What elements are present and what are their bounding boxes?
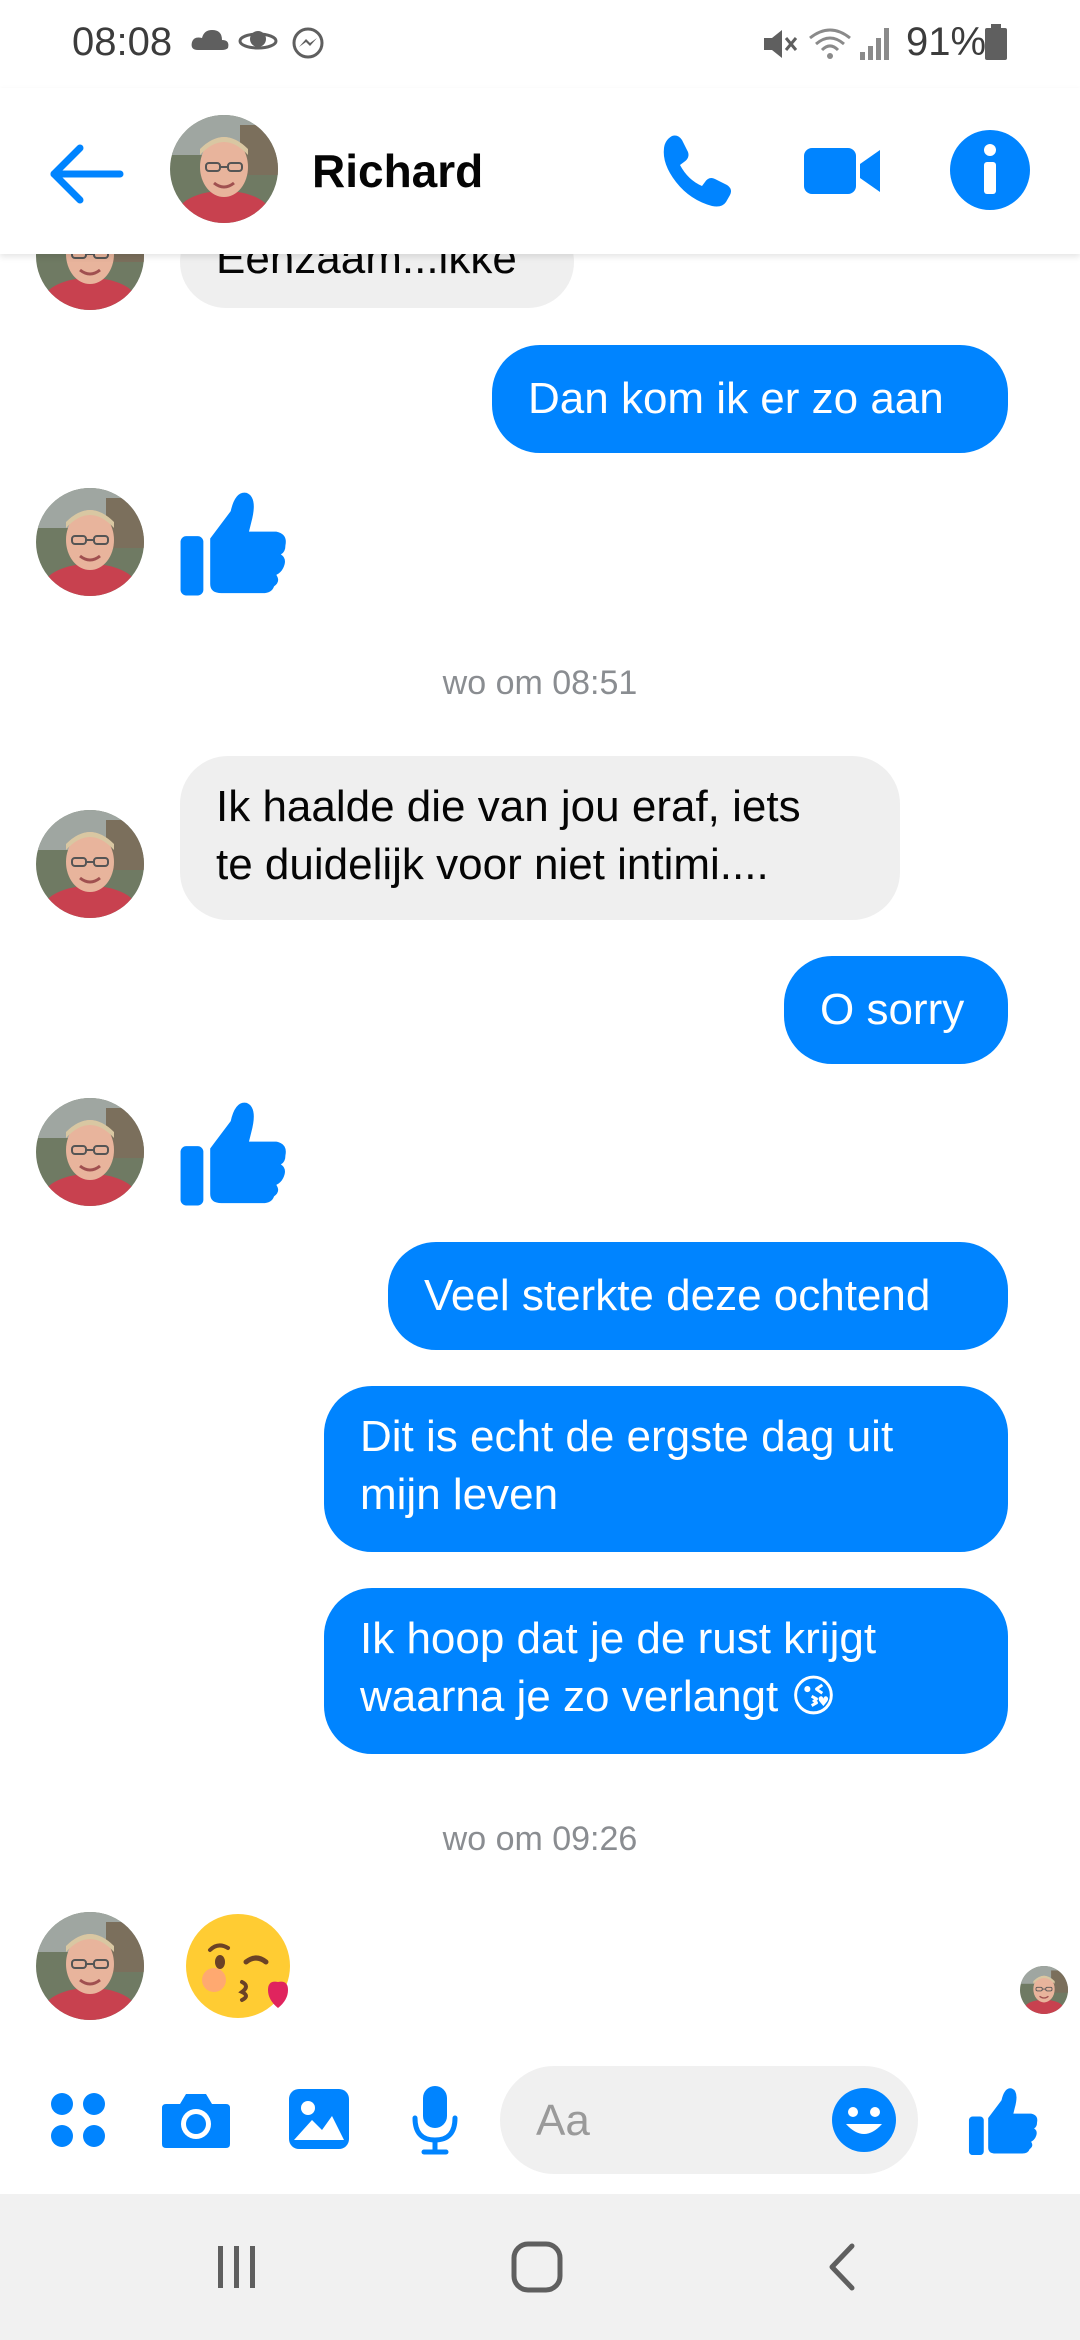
recent-apps-icon[interactable]: [212, 2242, 262, 2292]
back-nav-icon[interactable]: [822, 2240, 862, 2294]
incoming-message[interactable]: Ik haalde die van jou eraf, iets te duid…: [180, 756, 900, 920]
outgoing-message[interactable]: Dit is echt de ergste dag uit mijn leven: [324, 1386, 1008, 1552]
back-arrow-icon[interactable]: [40, 134, 130, 214]
read-receipt-avatar: [1020, 1966, 1068, 2014]
outgoing-message[interactable]: Veel sterkte deze ochtend: [388, 1242, 1008, 1350]
camera-icon[interactable]: [160, 2088, 232, 2152]
message-line: te duidelijk voor niet intimi....: [216, 840, 769, 889]
system-nav-bar: [0, 2194, 1080, 2340]
status-bar: 08:08 91%: [0, 0, 1080, 88]
apps-icon[interactable]: [48, 2090, 108, 2150]
home-icon[interactable]: [510, 2240, 564, 2294]
contact-name[interactable]: Richard: [312, 144, 483, 198]
signal-icon: [860, 28, 889, 60]
message-input-placeholder: Aa: [536, 2096, 590, 2145]
wifi-icon: [809, 28, 851, 59]
kiss-emoji: 😘: [790, 1672, 837, 1721]
saturn-icon: [238, 31, 278, 50]
mute-icon: [764, 30, 798, 58]
message-input[interactable]: Aa: [500, 2066, 918, 2174]
gallery-icon[interactable]: [286, 2086, 352, 2152]
battery-icon: [985, 24, 1007, 60]
thumbs-up-icon[interactable]: [176, 1096, 290, 1210]
sender-avatar: [36, 810, 144, 918]
outgoing-message[interactable]: O sorry: [784, 956, 1008, 1064]
message-line: Ik haalde die van jou eraf, iets: [216, 782, 801, 831]
timestamp: wo om 09:26: [442, 1820, 638, 1858]
info-icon[interactable]: [948, 128, 1032, 212]
status-time: 08:08: [72, 20, 173, 64]
microphone-icon[interactable]: [410, 2084, 460, 2156]
message-line: waarna je zo verlangt 😘: [360, 1672, 837, 1721]
sender-avatar: [36, 1098, 144, 1206]
outgoing-message[interactable]: Dan kom ik er zo aan: [492, 345, 1008, 453]
thumbs-up-icon[interactable]: [176, 486, 290, 600]
timestamp: wo om 08:51: [442, 664, 638, 702]
contact-avatar[interactable]: [170, 115, 278, 223]
sender-avatar: [36, 488, 144, 596]
kiss-emoji-icon[interactable]: [184, 1910, 298, 2024]
outgoing-message[interactable]: Ik hoop dat je de rust krijgt waarna je …: [324, 1588, 1008, 1754]
message-line: Ik hoop dat je de rust krijgt: [360, 1614, 877, 1663]
message-line: mijn leven: [360, 1470, 559, 1519]
message-line: Dit is echt de ergste dag uit: [360, 1412, 894, 1461]
conversation-header: Richard: [0, 88, 1080, 254]
emoji-icon[interactable]: [830, 2086, 898, 2154]
cloud-icon: [191, 30, 229, 50]
video-icon[interactable]: [800, 130, 884, 210]
messenger-icon: [292, 27, 324, 59]
sender-avatar: [36, 1912, 144, 2020]
battery-percentage: 91%: [906, 20, 987, 64]
like-icon[interactable]: [966, 2084, 1040, 2158]
message-composer: Aa: [0, 2050, 1080, 2190]
phone-icon[interactable]: [656, 130, 736, 210]
